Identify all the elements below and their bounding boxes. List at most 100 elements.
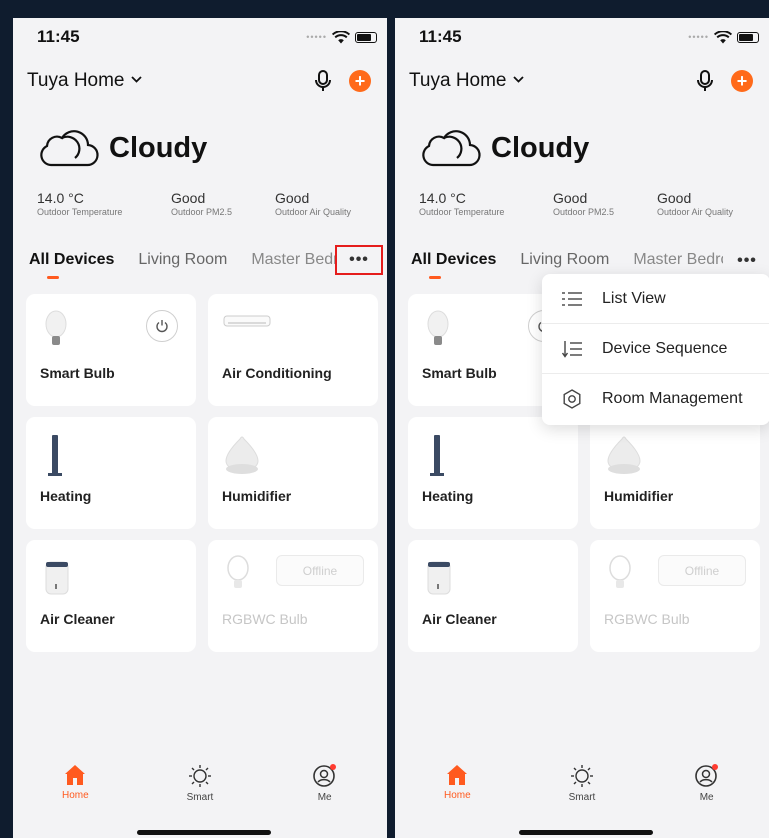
outdoor-stats: 14.0 °C Outdoor Temperature Good Outdoor P… [419,190,759,217]
heater-icon [430,435,444,476]
device-card-humidifier[interactable]: Humidifier [208,417,378,529]
stat-value: 14.0 °C [419,190,466,206]
tab-label: Smart [568,792,596,803]
tab-home[interactable]: Home [407,750,507,820]
tab-home[interactable]: Home [25,750,125,820]
tab-smart[interactable]: Smart [532,750,632,820]
stat-value: Good [553,190,588,206]
cloud-icon [422,130,481,167]
more-options-menu: List View Device Sequence Room Managemen… [542,274,769,425]
tab-me[interactable]: Me [275,750,375,820]
status-time: 11:45 [37,27,80,46]
device-name: Air Conditioning [222,365,332,381]
tab-smart[interactable]: Smart [150,750,250,820]
device-card-humidifier[interactable]: Humidifier [590,417,760,529]
power-button[interactable] [146,310,178,342]
tab-label: Me [317,792,332,803]
battery-icon [737,31,759,43]
stat-pm25: Good Outdoor PM2.5 [553,190,657,217]
device-name: Smart Bulb [422,365,497,381]
device-name: RGBWC Bulb [222,611,308,627]
device-card-rgbwc-bulb[interactable]: Offline RGBWC Bulb [590,540,760,652]
device-card-air-cleaner[interactable]: Air Cleaner [408,540,578,652]
user-icon [312,764,336,787]
microphone-icon[interactable] [315,70,331,92]
bulb-outline-icon [609,555,631,588]
phone-left: 11:45 ••••• Tuya Home + Cloudy 14.0 °C O… [13,18,387,838]
device-card-air-conditioning[interactable]: Air Conditioning [208,294,378,406]
home-selector[interactable]: Tuya Home [409,70,524,92]
device-name: Heating [40,488,92,504]
active-tab-indicator [47,276,59,279]
wifi-icon [714,30,732,43]
tab-me[interactable]: Me [657,750,757,820]
phone-right: 11:45 ••••• Tuya Home + Cloudy 14.0 °C O… [395,18,769,838]
menu-item-room-management[interactable]: Room Management [542,374,769,424]
status-icons: ••••• [306,30,377,44]
chevron-down-icon [130,74,142,86]
more-options-button[interactable]: ••• [335,245,383,275]
room-tabs: All Devices Living Room Master Bedroo [411,246,769,274]
wifi-icon [332,30,350,43]
menu-item-label: List View [602,289,666,307]
bottom-tab-bar: Home Smart Me [395,750,769,820]
status-bar: 11:45 ••••• [13,18,387,56]
menu-item-device-sequence[interactable]: Device Sequence [542,324,769,374]
device-name: Air Cleaner [40,611,115,627]
list-icon [562,291,582,306]
power-icon [156,320,168,333]
menu-item-label: Room Management [602,390,743,407]
weather-condition: Cloudy [491,131,590,164]
tab-all-devices[interactable]: All Devices [29,251,114,269]
microphone-icon[interactable] [697,70,713,92]
air-purifier-icon [427,561,451,595]
home-name: Tuya Home [409,70,507,91]
air-purifier-icon [45,561,69,595]
tab-label: Smart [186,792,214,803]
top-actions: + [315,70,371,92]
tab-all-devices[interactable]: All Devices [411,251,496,269]
home-selector[interactable]: Tuya Home [27,70,142,92]
sort-icon [562,340,582,358]
tab-living-room[interactable]: Living Room [520,251,609,269]
outdoor-stats: 14.0 °C Outdoor Temperature Good Outdoor P… [37,190,377,217]
home-icon [65,765,86,785]
home-indicator [519,830,653,835]
stat-label: Outdoor PM2.5 [553,207,615,217]
stat-temperature: 14.0 °C Outdoor Temperature [37,190,171,217]
device-card-heating[interactable]: Heating [26,417,196,529]
stat-air-quality: Good Outdoor Air Quality [275,190,351,217]
chevron-down-icon [512,74,524,86]
home-name: Tuya Home [27,70,125,91]
stat-value: Good [171,190,206,206]
more-options-button[interactable]: ••• [723,247,769,275]
device-card-heating[interactable]: Heating [408,417,578,529]
add-device-button[interactable]: + [349,70,371,92]
top-bar: Tuya Home + [395,64,769,98]
home-icon [447,765,468,785]
device-card-air-cleaner[interactable]: Air Cleaner [26,540,196,652]
device-card-rgbwc-bulb[interactable]: Offline RGBWC Bulb [208,540,378,652]
weather-section: Cloudy [37,128,207,168]
sun-icon [570,765,593,787]
menu-item-label: Device Sequence [602,339,728,357]
menu-item-list-view[interactable]: List View [542,274,769,324]
device-name: Humidifier [222,488,292,504]
weather-section: Cloudy [419,128,589,168]
device-card-smart-bulb[interactable]: Smart Bulb [26,294,196,406]
tab-label: Home [443,790,471,801]
device-name: Smart Bulb [40,365,115,381]
stat-label: Outdoor Air Quality [657,207,734,217]
tab-living-room[interactable]: Living Room [138,251,227,269]
add-device-button[interactable]: + [731,70,753,92]
gear-icon [563,389,581,409]
heater-icon [48,435,62,476]
top-bar: Tuya Home + [13,64,387,98]
room-tabs: All Devices Living Room Master Bedro [29,246,387,274]
stat-value: 14.0 °C [37,190,84,206]
offline-badge: Offline [276,555,364,586]
stat-value: Good [657,190,692,206]
offline-badge: Offline [658,555,746,586]
bulb-icon [45,310,67,345]
tab-master-bedroom[interactable]: Master Bedro [251,251,347,269]
